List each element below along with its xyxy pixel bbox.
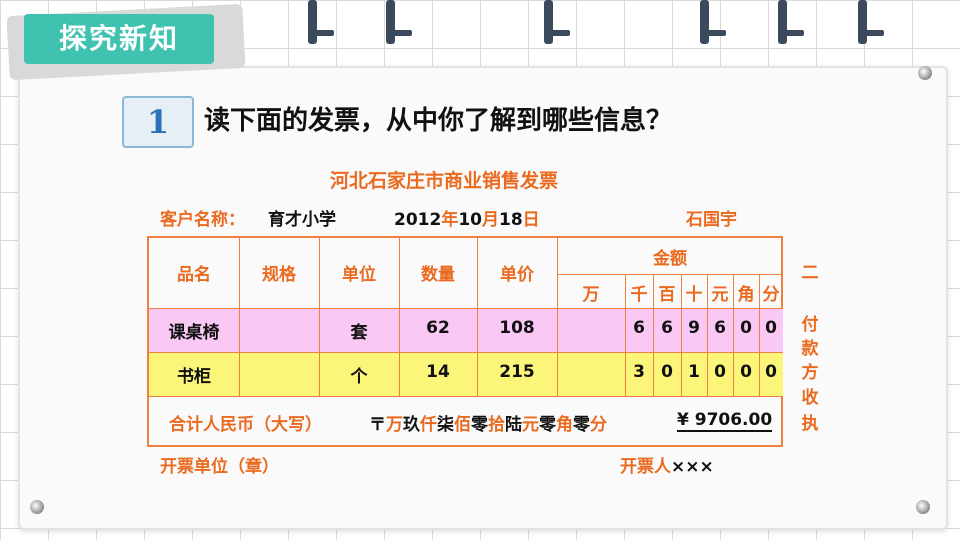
header-unit: 单位: [342, 265, 376, 285]
cell-digit: 6: [714, 318, 726, 338]
cell-digit: 0: [714, 362, 726, 382]
grid-line: [477, 238, 478, 396]
cell-digit: 0: [740, 318, 752, 338]
grid-line: [653, 274, 654, 396]
cell-digit: 6: [661, 318, 673, 338]
cell-digit: 1: [688, 362, 700, 382]
total-in-words: 〒万玖仟柒佰零拾陆元零角零分: [369, 415, 607, 435]
cell-qty: 62: [426, 318, 450, 338]
invoice-title: 河北石家庄市商业销售发票: [330, 170, 559, 192]
binder-ring-icon: [778, 0, 804, 44]
cell-digit: 6: [633, 318, 645, 338]
pin-icon: [918, 66, 932, 80]
cell-digit: 0: [765, 362, 777, 382]
issuer-unit-label: 开票单位（章）: [160, 457, 279, 477]
grid-line: [149, 308, 783, 309]
header-digit: 万: [582, 285, 600, 305]
customer-name: 育才小学: [268, 210, 336, 230]
binder-ring-icon: [386, 0, 412, 44]
header-digit: 百: [658, 285, 676, 305]
cell-digit: 0: [740, 362, 752, 382]
grid-line: [557, 238, 558, 396]
grid-line: [707, 274, 708, 396]
header-digit: 角: [737, 285, 755, 305]
total-label: 合计人民币（大写）: [169, 415, 322, 435]
pin-icon: [916, 500, 930, 514]
grid-line: [681, 274, 682, 396]
header-digit: 元: [711, 285, 729, 305]
side-copy-label: 款: [801, 339, 819, 359]
total-amount: ¥ 9706.00: [677, 410, 773, 432]
invoice-table: 品名 规格 单位 数量 单价 金额万千百十元角分课桌椅套 62 108 6 6 9 6 0 0 书柜个 14 2…: [147, 236, 783, 447]
binder-ring-icon: [544, 0, 570, 44]
header-digit: 分: [762, 285, 780, 305]
cell-qty: 14: [426, 362, 450, 382]
header-name: 品名: [177, 265, 211, 285]
header-digit: 十: [685, 285, 703, 305]
side-copy-label: 执: [801, 414, 819, 434]
header-digit: 千: [630, 285, 648, 305]
pin-icon: [30, 500, 44, 514]
grid-line: [557, 274, 783, 275]
side-copy-label: 付: [801, 315, 819, 335]
seller-name: 石国宇: [686, 210, 737, 230]
cell-digit: 0: [661, 362, 673, 382]
binder-ring-icon: [308, 0, 334, 44]
binder-ring-icon: [700, 0, 726, 44]
issuer: 开票人×××: [620, 457, 714, 477]
grid-line: [625, 274, 626, 396]
cell-unit: 套: [350, 323, 368, 343]
header-spec: 规格: [262, 265, 296, 285]
grid-line: [319, 238, 320, 396]
cell-name: 课桌椅: [168, 323, 220, 343]
cell-name: 书柜: [177, 367, 211, 387]
question-number: 1: [122, 96, 194, 148]
grid-line: [399, 238, 400, 396]
cell-digit: 3: [633, 362, 645, 382]
side-copy-label: 二: [801, 263, 819, 283]
grid-line: [239, 238, 240, 396]
invoice-date: 2012年10月18日: [394, 210, 540, 230]
grid-line: [733, 274, 734, 396]
side-copy-label: 方: [801, 363, 819, 383]
question-text: 读下面的发票，从中你了解到哪些信息？: [204, 106, 673, 136]
grid-line: [149, 396, 783, 397]
grid-line: [149, 352, 783, 353]
header-amount: 金额: [653, 249, 687, 269]
section-title: 探究新知: [24, 14, 214, 64]
cell-price: 215: [499, 362, 535, 382]
customer-label: 客户名称：: [160, 210, 245, 230]
header-price: 单价: [500, 265, 534, 285]
cell-unit: 个: [350, 367, 368, 387]
cell-digit: 9: [688, 318, 700, 338]
cell-price: 108: [499, 318, 535, 338]
grid-line: [759, 274, 760, 396]
side-copy-label: 收: [801, 388, 819, 408]
binder-ring-icon: [858, 0, 884, 44]
header-qty: 数量: [421, 265, 455, 285]
cell-digit: 0: [765, 318, 777, 338]
